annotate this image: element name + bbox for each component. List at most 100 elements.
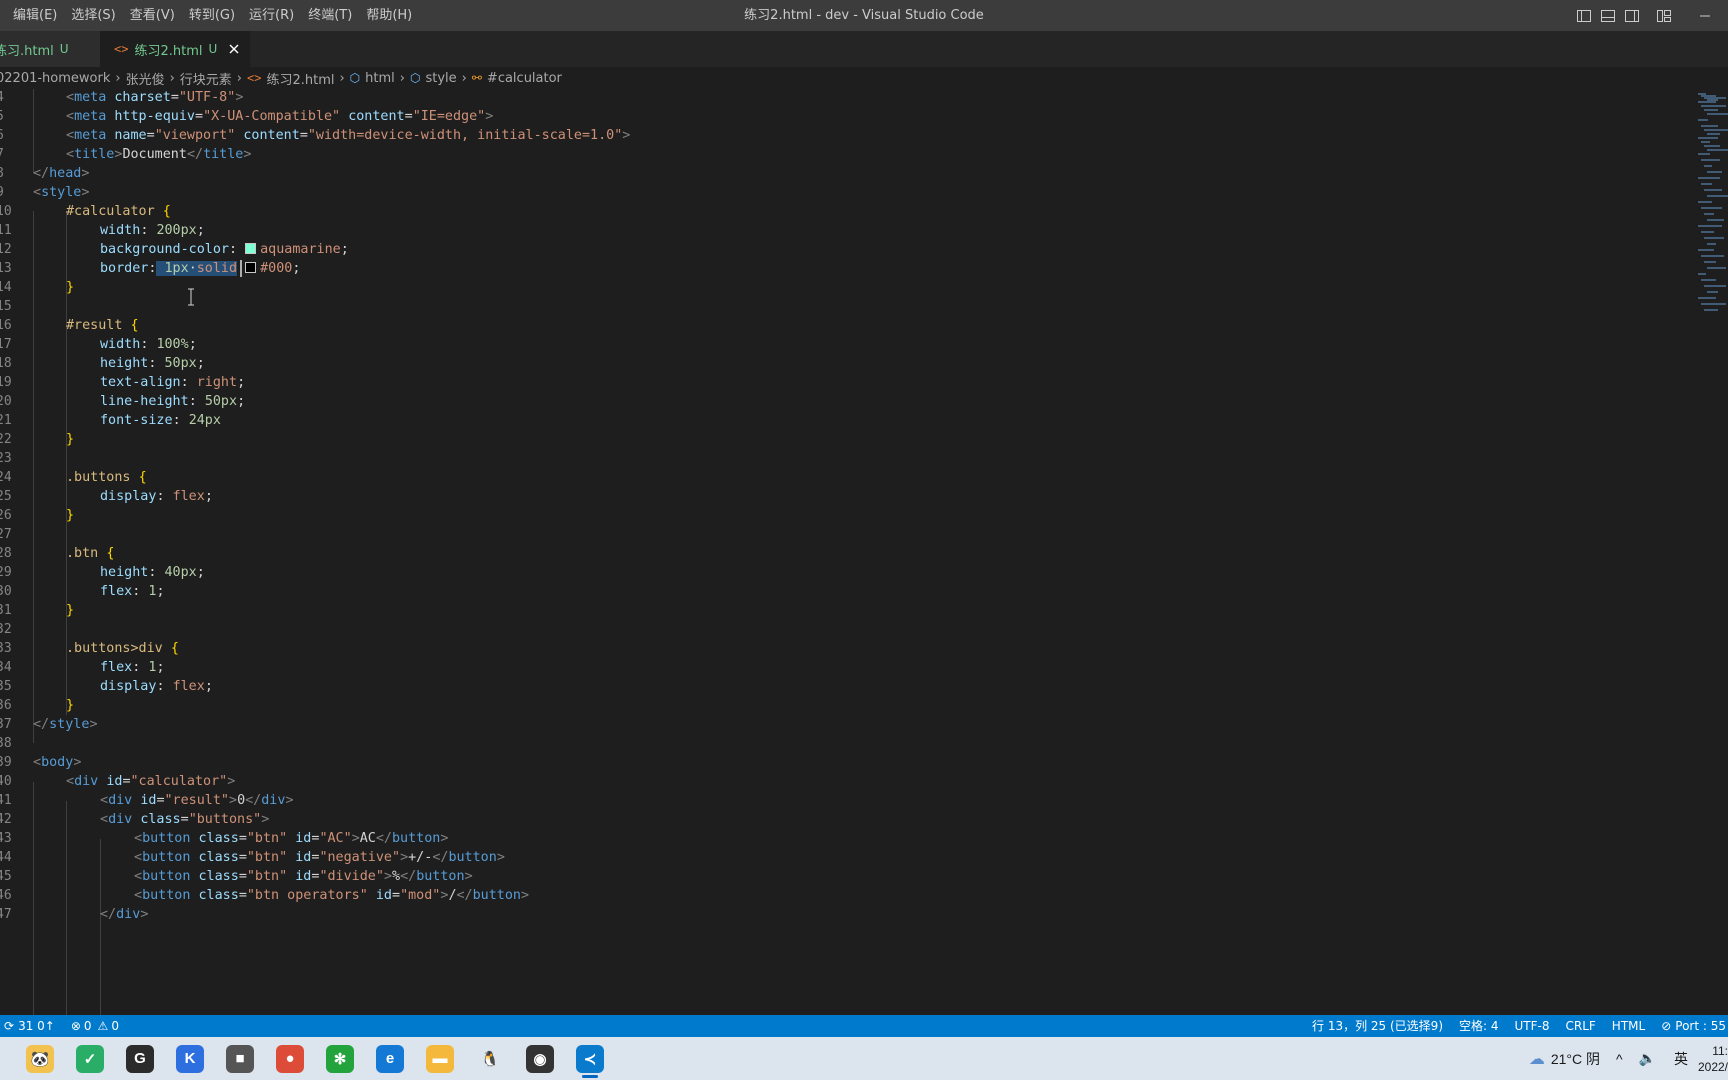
minimap-line (1704, 189, 1722, 191)
cloud-icon: ☁ (1528, 1050, 1545, 1068)
taskbar-app-vscode[interactable]: ≺ (565, 1037, 615, 1080)
menu-bar: 编辑(E) 选择(S) 查看(V) 转到(G) 运行(R) 终端(T) 帮助(H… (0, 0, 419, 31)
code-line: flex: 1; (100, 660, 165, 675)
indent-guide (33, 782, 34, 1015)
toggle-panel-button[interactable] (1596, 0, 1620, 31)
minimap-line (1704, 165, 1712, 167)
minimap-line (1704, 213, 1714, 215)
panda-app-icon: 🐼 (26, 1044, 54, 1073)
live-server-port[interactable]: ⊘ Port : 55 (1653, 1015, 1728, 1037)
code-area[interactable]: <meta charset="UTF-8"> <meta http-equiv=… (0, 89, 1690, 1015)
toggle-secondary-sidebar-button[interactable] (1620, 0, 1644, 31)
eol-status[interactable]: CRLF (1557, 1015, 1603, 1037)
minimize-button[interactable] (1682, 0, 1728, 31)
taskbar-app-panda-app[interactable]: 🐼 (15, 1037, 65, 1080)
taskbar-app-photo-app[interactable]: ■ (215, 1037, 265, 1080)
taskbar-app-wechat[interactable]: ✓ (65, 1037, 115, 1080)
code-line: <button class="btn" id="divide">%</butto… (134, 869, 473, 884)
tab-lianxi2-html[interactable]: <> 练习2.html U (100, 31, 250, 67)
warning-icon: ⚠ (97, 1019, 109, 1033)
breadcrumb-label: style (425, 70, 457, 86)
show-hidden-icons-button[interactable]: ^ (1608, 1051, 1631, 1067)
volume-button[interactable]: 🔈 (1631, 1050, 1664, 1067)
code-line: .buttons>div { (66, 641, 179, 656)
minimap[interactable] (1696, 89, 1728, 1015)
taskbar-app-edge[interactable]: e (365, 1037, 415, 1080)
indentation-status[interactable]: 空格: 4 (1451, 1015, 1507, 1037)
taskbar-app-folder[interactable]: ▬ (415, 1037, 465, 1080)
indent-guide (33, 89, 34, 173)
input-method-indicator[interactable]: 英 (1664, 1049, 1698, 1069)
menu-view[interactable]: 查看(V) (123, 0, 182, 31)
chrome-icon: ● (276, 1044, 304, 1073)
clock[interactable]: 11: 2022/ (1698, 1043, 1728, 1075)
minimap-line (1698, 201, 1712, 203)
sidebar-right-icon (1625, 9, 1639, 22)
menu-terminal[interactable]: 终端(T) (301, 0, 359, 31)
breadcrumb-symbol-style[interactable]: ⬡ style (410, 71, 457, 86)
breadcrumb-symbol-html[interactable]: ⬡ html (350, 71, 395, 86)
code-line: <body> (33, 755, 82, 770)
taskbar-app-xmind[interactable]: ✻ (315, 1037, 365, 1080)
code-line: } (66, 508, 75, 523)
code-line: </div> (100, 907, 149, 922)
menu-run[interactable]: 运行(R) (242, 0, 301, 31)
code-line: background-color: aquamarine; (100, 242, 349, 257)
menu-selection[interactable]: 选择(S) (64, 0, 122, 31)
language-mode[interactable]: HTML (1604, 1015, 1653, 1037)
color-swatch-aquamarine[interactable] (245, 243, 257, 254)
breadcrumb-label: #calculator (486, 70, 562, 86)
close-tab-button[interactable] (227, 41, 240, 57)
minimap-line (1701, 279, 1716, 281)
breadcrumb-folder-homework[interactable]: 02201-homework (0, 71, 110, 86)
tab-lianxi-html[interactable]: 练习.html U (0, 31, 100, 67)
breadcrumb-file[interactable]: <> 练习2.html (247, 69, 334, 88)
code-line: <button class="btn" id="negative">+/-</b… (134, 850, 505, 865)
menu-help[interactable]: 帮助(H) (359, 0, 419, 31)
code-editor[interactable]: 4567891011121314151617181920212223242526… (0, 89, 1728, 1015)
breadcrumb-folder-user[interactable]: 张光俊 (126, 69, 165, 88)
toggle-primary-sidebar-button[interactable] (1572, 0, 1596, 31)
weather-widget[interactable]: ☁ 21°C 阴 (1521, 1049, 1608, 1069)
code-line: <button class="btn operators" id="mod">/… (134, 888, 530, 903)
indent-guide (100, 839, 101, 1015)
taskbar-apps: 🐼 ✓ G K ■ ● ✻ e ▬ 🐧 ◉ ≺ (15, 1037, 615, 1080)
minimap-line (1704, 285, 1726, 287)
taskbar-app-g-app[interactable]: G (115, 1037, 165, 1080)
breadcrumb-label: 行块元素 (179, 72, 232, 88)
code-line: font-size: 24px (100, 413, 221, 428)
text-selection: 1px·solid (156, 261, 238, 276)
chevron-right-icon: › (461, 70, 467, 86)
minimap-line (1698, 177, 1720, 179)
customize-layout-button[interactable] (1652, 0, 1676, 31)
system-tray: ☁ 21°C 阴 ^ 🔈 英 11: 2022/ (1521, 1037, 1728, 1080)
minimap-line (1698, 297, 1716, 299)
minimap-line (1701, 231, 1714, 233)
minimap-line (1704, 237, 1724, 239)
k-app-icon: K (176, 1044, 204, 1073)
chevron-right-icon: › (399, 70, 405, 86)
color-swatch-black[interactable] (245, 262, 257, 273)
breadcrumb-folder-inline-block[interactable]: 行块元素 (180, 69, 232, 88)
breadcrumb-symbol-calculator[interactable]: ⚯ #calculator (472, 71, 562, 86)
minimap-line (1701, 141, 1710, 143)
taskbar-app-chrome[interactable]: ● (265, 1037, 315, 1080)
css-selector-icon: ⚯ (471, 71, 482, 85)
windows-taskbar: 🐼 ✓ G K ■ ● ✻ e ▬ 🐧 ◉ ≺ ☁ 21°C 阴 ^ 🔈 英 11: 2022/ (0, 1037, 1728, 1080)
menu-edit[interactable]: 编辑(E) (6, 0, 64, 31)
taskbar-app-qq[interactable]: 🐧 (465, 1037, 515, 1080)
folder-icon: ▬ (426, 1044, 454, 1073)
cursor-position[interactable]: 行 13，列 25 (已选择9) (1304, 1015, 1451, 1037)
breadcrumb-label: 张光俊 (125, 72, 165, 88)
taskbar-app-k-app[interactable]: K (165, 1037, 215, 1080)
breadcrumb-label: 练习2.html (266, 72, 335, 88)
sync-status[interactable]: ⟳ 31 0↑ (0, 1015, 63, 1037)
encoding-status[interactable]: UTF-8 (1507, 1015, 1558, 1037)
taskbar-app-obs[interactable]: ◉ (515, 1037, 565, 1080)
minimap-line (1707, 219, 1724, 221)
minimap-line (1698, 119, 1708, 121)
untracked-badge: U (59, 42, 69, 56)
indent-guide (33, 211, 34, 743)
problems-status[interactable]: ⊗ 0 ⚠ 0 (63, 1015, 127, 1037)
menu-go[interactable]: 转到(G) (182, 0, 242, 31)
